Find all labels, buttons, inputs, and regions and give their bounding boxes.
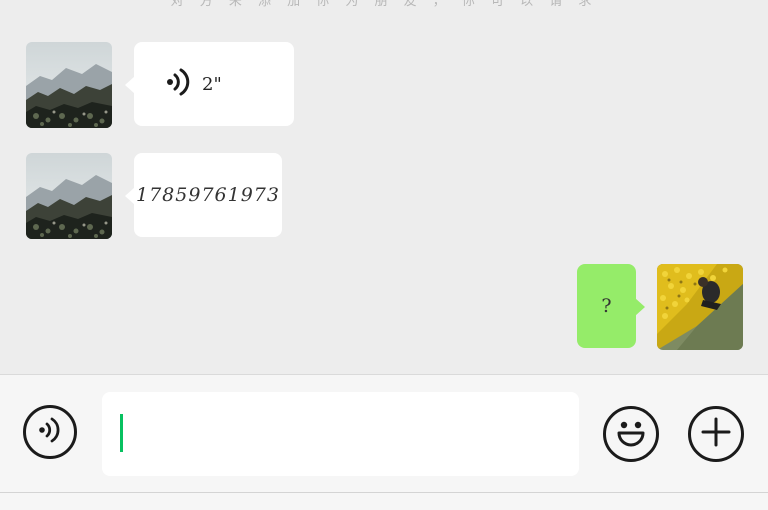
voice-wave-icon <box>166 66 192 102</box>
voice-input-icon <box>37 415 63 449</box>
text-caret <box>120 414 123 452</box>
mountain-landscape-image <box>26 153 112 239</box>
emoji-icon <box>611 412 651 456</box>
emoji-button[interactable] <box>603 406 659 462</box>
contact-avatar[interactable] <box>26 153 112 239</box>
outgoing-message-bubble[interactable]: ? <box>577 264 645 348</box>
voice-message-bubble[interactable]: 2" <box>125 42 294 126</box>
plus-icon <box>700 416 732 452</box>
message-input[interactable] <box>102 392 579 476</box>
flower-field-image <box>657 264 743 350</box>
mountain-landscape-image <box>26 42 112 128</box>
my-avatar[interactable] <box>657 264 743 350</box>
chat-screen: 对 方 未 添 加 你 为 朋 友 ， 你 可 以 请 求 2" 1785976… <box>0 0 768 510</box>
voice-toggle-button[interactable] <box>23 405 77 459</box>
voice-duration: 2" <box>202 73 222 95</box>
text-message-bubble[interactable]: 17859761973 <box>125 153 282 237</box>
message-text: 17859761973 <box>136 184 280 206</box>
more-button[interactable] <box>688 406 744 462</box>
message-text: ? <box>601 295 612 317</box>
bottom-panel-edge <box>0 492 768 510</box>
system-notice: 对 方 未 添 加 你 为 朋 友 ， 你 可 以 请 求 <box>170 0 598 9</box>
contact-avatar[interactable] <box>26 42 112 128</box>
